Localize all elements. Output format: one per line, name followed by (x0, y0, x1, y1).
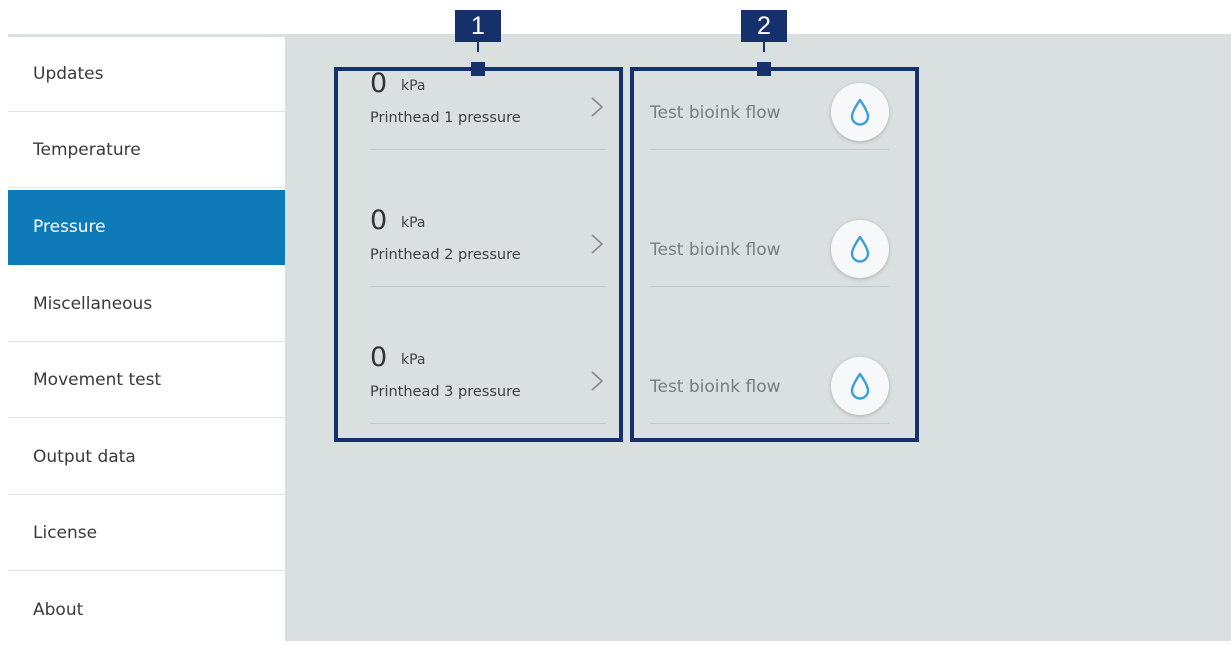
pressure-value: 0 (370, 205, 388, 236)
sidebar-item-temperature[interactable]: Temperature (8, 113, 285, 188)
flow-row-printhead-2: Test bioink flow (650, 206, 889, 287)
droplet-icon (850, 98, 870, 126)
chevron-right-icon (591, 234, 604, 254)
chevron-right-icon (591, 371, 604, 391)
sidebar-item-label: Updates (33, 64, 104, 84)
pressure-unit: kPa (401, 78, 426, 94)
sidebar-item-output-data[interactable]: Output data (8, 420, 285, 495)
droplet-icon (850, 235, 870, 263)
flow-row-printhead-1: Test bioink flow (650, 69, 889, 150)
sidebar-item-about[interactable]: About (8, 572, 285, 647)
pressure-value: 0 (370, 342, 388, 373)
flow-label: Test bioink flow (650, 103, 781, 123)
test-flow-button[interactable] (831, 83, 889, 141)
sidebar-item-miscellaneous[interactable]: Miscellaneous (8, 267, 285, 342)
sidebar-item-label: Movement test (33, 370, 162, 390)
callout-stem (763, 42, 765, 52)
sidebar-item-label: Temperature (33, 140, 141, 160)
test-flow-button[interactable] (831, 220, 889, 278)
callout-number-1: 1 (455, 10, 501, 42)
pressure-unit: kPa (401, 215, 426, 231)
chevron-right-icon (591, 97, 604, 117)
pressure-label: Printhead 1 pressure (370, 110, 521, 126)
test-flow-button[interactable] (831, 357, 889, 415)
flow-row-printhead-3: Test bioink flow (650, 343, 889, 424)
pressure-row-printhead-3[interactable]: 0 kPa Printhead 3 pressure (370, 343, 606, 424)
sidebar-item-license[interactable]: License (8, 496, 285, 571)
sidebar-item-label: License (33, 523, 98, 543)
sidebar-item-pressure[interactable]: Pressure (8, 190, 285, 265)
pressure-unit: kPa (401, 352, 426, 368)
callout-stem (477, 42, 479, 52)
flow-label: Test bioink flow (650, 377, 781, 397)
sidebar-item-label: About (33, 599, 84, 620)
sidebar-item-movement-test[interactable]: Movement test (8, 343, 285, 418)
pressure-row-printhead-1[interactable]: 0 kPa Printhead 1 pressure (370, 69, 606, 150)
settings-sidebar: Updates Temperature Pressure Miscellaneo… (8, 37, 285, 641)
pressure-label: Printhead 3 pressure (370, 384, 521, 400)
droplet-icon (850, 372, 870, 400)
flow-label: Test bioink flow (650, 240, 781, 260)
pressure-value: 0 (370, 68, 388, 99)
sidebar-item-label: Pressure (33, 217, 106, 237)
callout-number-2: 2 (741, 10, 787, 42)
sidebar-item-label: Miscellaneous (33, 294, 153, 314)
pressure-label: Printhead 2 pressure (370, 247, 521, 263)
sidebar-item-label: Output data (33, 447, 136, 467)
sidebar-item-updates[interactable]: Updates (8, 37, 285, 112)
pressure-row-printhead-2[interactable]: 0 kPa Printhead 2 pressure (370, 206, 606, 287)
